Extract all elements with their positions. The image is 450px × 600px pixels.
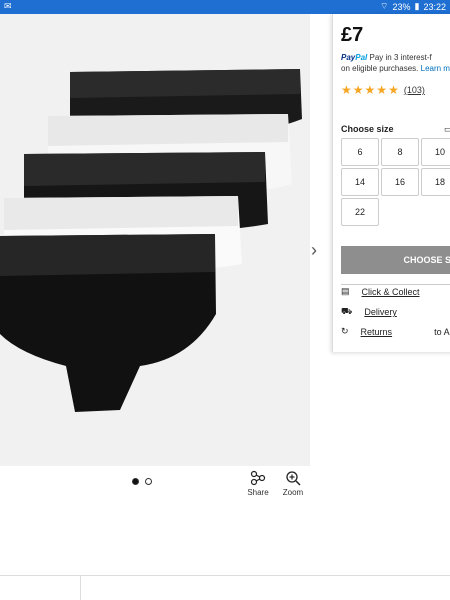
returns-link[interactable]: Returns bbox=[361, 327, 393, 337]
share-icon bbox=[250, 470, 266, 486]
rating[interactable]: ★ ★ ★ ★ ★ (103) bbox=[341, 84, 425, 96]
gallery-pagination bbox=[132, 478, 152, 485]
delivery-option[interactable]: ⛟ Delivery bbox=[341, 306, 397, 318]
size-guide-icon[interactable]: ▭ bbox=[444, 124, 450, 135]
clock: 23:22 bbox=[423, 1, 446, 12]
choose-size-button[interactable]: CHOOSE SIZE bbox=[341, 246, 450, 274]
star-icon: ★ bbox=[352, 83, 364, 97]
gallery-dot-2[interactable] bbox=[145, 478, 152, 485]
paypal-learn-more-link[interactable]: Learn m bbox=[421, 64, 450, 73]
battery-icon: ▮ bbox=[414, 1, 420, 11]
star-icon: ★ bbox=[388, 83, 399, 97]
size-option[interactable]: 18 bbox=[421, 168, 450, 196]
zoom-button[interactable]: Zoom bbox=[278, 470, 308, 497]
paypal-line1: Pay in 3 interest-f bbox=[369, 53, 432, 62]
gallery-dot-1[interactable] bbox=[132, 478, 139, 485]
click-collect-option[interactable]: ▤ Click & Collect bbox=[341, 286, 420, 297]
returns-icon: ↻ bbox=[341, 326, 349, 336]
size-option[interactable]: 22 bbox=[341, 198, 379, 226]
price: £7 bbox=[341, 24, 364, 46]
zoom-icon bbox=[286, 471, 301, 486]
size-option[interactable]: 16 bbox=[381, 168, 419, 196]
status-bar: ✉ ⌔ 23% ▮ 23:22 bbox=[0, 0, 450, 14]
wifi-icon: ⌔ bbox=[380, 1, 389, 11]
notification-icon: ✉ bbox=[4, 1, 12, 11]
returns-extra-text: to As bbox=[434, 326, 450, 337]
paypal-line2: on eligible purchases. bbox=[341, 64, 419, 73]
click-collect-link[interactable]: Click & Collect bbox=[362, 287, 420, 297]
star-icon: ★ bbox=[341, 83, 352, 97]
size-option[interactable]: 10 bbox=[421, 138, 450, 166]
truck-icon: ⛟ bbox=[341, 306, 353, 316]
store-icon: ▤ bbox=[341, 286, 350, 296]
product-image-gallery[interactable] bbox=[0, 14, 310, 466]
product-panel: £7 PayPal Pay in 3 interest-f on eligibl… bbox=[332, 14, 450, 352]
next-image-arrow[interactable]: › bbox=[311, 240, 317, 261]
bottom-left-cell bbox=[0, 576, 81, 600]
share-button[interactable]: Share bbox=[243, 470, 273, 497]
size-option[interactable]: 14 bbox=[341, 168, 379, 196]
star-icon: ★ bbox=[376, 83, 388, 97]
product-image bbox=[0, 14, 310, 466]
delivery-link[interactable]: Delivery bbox=[364, 307, 397, 317]
paypal-banner: PayPal Pay in 3 interest-f on eligible p… bbox=[341, 52, 450, 74]
battery-level: 23% bbox=[392, 1, 411, 12]
share-label: Share bbox=[247, 488, 269, 497]
divider bbox=[341, 284, 450, 285]
size-option[interactable]: 8 bbox=[381, 138, 419, 166]
size-option[interactable]: 6 bbox=[341, 138, 379, 166]
paypal-logo: PayPal bbox=[341, 53, 368, 62]
size-label: Choose size bbox=[341, 124, 394, 134]
zoom-label: Zoom bbox=[282, 488, 304, 497]
returns-option[interactable]: ↻ Returns to As bbox=[341, 326, 450, 337]
star-icon: ★ bbox=[364, 83, 376, 97]
review-count[interactable]: (103) bbox=[404, 85, 425, 95]
